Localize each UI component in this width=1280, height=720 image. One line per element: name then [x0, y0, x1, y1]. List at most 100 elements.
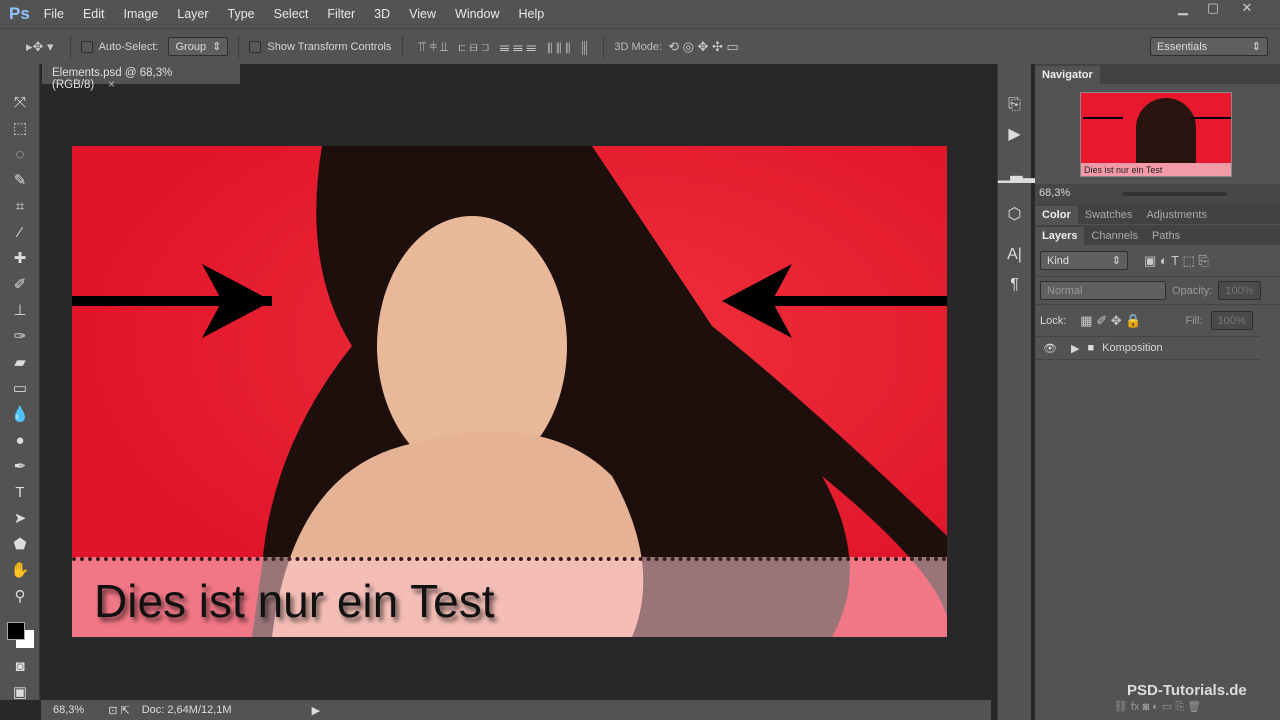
expand-arrow-icon[interactable]: ▶: [1071, 342, 1079, 355]
history-icon[interactable]: ⎘: [998, 90, 1031, 120]
opacity-label: Opacity:: [1172, 284, 1213, 297]
crop-tool[interactable]: ⌗: [0, 194, 40, 220]
folder-icon: ■: [1087, 342, 1095, 354]
tab-navigator[interactable]: Navigator: [1035, 66, 1100, 84]
menu-select[interactable]: Select: [274, 7, 309, 21]
zoom-slider[interactable]: [1122, 192, 1227, 196]
quick-select-tool[interactable]: ✎: [0, 168, 40, 194]
3d-icon[interactable]: ⬡: [998, 200, 1031, 230]
group-select[interactable]: Group ⇕: [168, 37, 229, 56]
eye-icon[interactable]: 👁: [1035, 342, 1065, 355]
group-value: Group: [175, 40, 207, 53]
show-transform-checkbox[interactable]: [249, 40, 262, 53]
screen-mode-icon[interactable]: ▣: [0, 680, 40, 706]
pen-tool[interactable]: ✒: [0, 454, 40, 480]
actions-icon[interactable]: ▶: [998, 120, 1031, 150]
layer-row[interactable]: 👁 ▶ ■ Komposition: [1035, 336, 1261, 360]
navigator-zoom-row: 68,3%: [1035, 184, 1280, 204]
navigator-thumbnail[interactable]: Dies ist nur ein Test: [1080, 92, 1232, 177]
color-swatches[interactable]: [0, 610, 39, 654]
tab-layers[interactable]: Layers: [1035, 227, 1085, 245]
thumb-arrow-left: [1083, 117, 1123, 119]
blend-row: Normal Opacity: 100%: [1035, 276, 1280, 304]
kind-filter-select[interactable]: Kind ⇕: [1040, 251, 1128, 270]
toolbar: ⤧ ⬚ ◌ ✎ ⌗ ⁄ ✚ ✐ ⊥ ✑ ▰ ▭ 💧 ● ✒ T ➤ ⬟ ✋ ⚲ …: [0, 64, 40, 701]
hand-tool[interactable]: ✋: [0, 558, 40, 584]
gradient-tool[interactable]: ▭: [0, 376, 40, 402]
brush-tool[interactable]: ✐: [0, 272, 40, 298]
histogram-icon[interactable]: ▁▃▂: [998, 160, 1035, 190]
opacity-field[interactable]: 100%: [1218, 281, 1261, 300]
align-icons[interactable]: ⫪ ⫩ ⫫ ⊏ ⊟ ⊐ ☰ ☰ ☰ ⫴ ⫴ ⫴ ⫼: [419, 39, 588, 55]
menu-filter[interactable]: Filter: [327, 7, 355, 21]
tab-color[interactable]: Color: [1035, 206, 1078, 224]
path-select-tool[interactable]: ➤: [0, 506, 40, 532]
blend-mode-select[interactable]: Normal: [1040, 281, 1166, 300]
tab-swatches[interactable]: Swatches: [1078, 206, 1140, 224]
status-zoom[interactable]: 68,3%: [53, 704, 84, 716]
menu-view[interactable]: View: [409, 7, 436, 21]
filter-icons[interactable]: ▣ ◐ T ⬚ ⎘: [1144, 253, 1209, 269]
close-window-button[interactable]: ✕: [1232, 0, 1262, 18]
layers-tabs: Layers Channels Paths: [1035, 225, 1280, 245]
tab-paths[interactable]: Paths: [1145, 227, 1187, 245]
lock-label: Lock:: [1040, 314, 1067, 327]
tab-channels[interactable]: Channels: [1084, 227, 1144, 245]
right-arrow-line: [747, 296, 947, 306]
menu-layer[interactable]: Layer: [177, 7, 208, 21]
eraser-tool[interactable]: ▰: [0, 350, 40, 376]
quick-mask-icon[interactable]: ◙: [0, 654, 40, 680]
menu-edit[interactable]: Edit: [83, 7, 105, 21]
move-tool[interactable]: ⤧: [0, 90, 40, 116]
menu-window[interactable]: Window: [455, 7, 499, 21]
workspace-select[interactable]: Essentials ⇕: [1150, 37, 1268, 56]
menu-help[interactable]: Help: [519, 7, 545, 21]
paragraph-icon[interactable]: ¶: [998, 270, 1031, 300]
menu-bar: Ps File Edit Image Layer Type Select Fil…: [0, 0, 1280, 28]
move-tool-icon[interactable]: ▸✥ ▾: [26, 39, 54, 55]
3d-mode-icons[interactable]: ⟲ ◎ ✥ ✣ ▭: [668, 39, 739, 55]
watermark: PSD-Tutorials.de: [1127, 682, 1247, 699]
lasso-tool[interactable]: ◌: [0, 142, 40, 168]
stamp-tool[interactable]: ⊥: [0, 298, 40, 324]
shape-tool[interactable]: ⬟: [0, 532, 40, 558]
status-icons[interactable]: ⊡ ⇱: [108, 704, 130, 717]
auto-select-checkbox[interactable]: [80, 40, 93, 53]
healing-tool[interactable]: ✚: [0, 246, 40, 272]
lock-row: Lock: ▦ ✐ ✥ 🔒 Fill: 100%: [1035, 304, 1280, 336]
navigator-tabs: Navigator: [1035, 64, 1280, 84]
fill-field[interactable]: 100%: [1210, 311, 1253, 330]
history-brush-tool[interactable]: ✑: [0, 324, 40, 350]
options-bar: ▸✥ ▾ Auto-Select: Group ⇕ Show Transform…: [0, 28, 1280, 64]
layer-bottom-icons[interactable]: ⛓ fx ◙ ◐ ▭ ⎘ 🗑: [1035, 700, 1280, 720]
color-tabs: Color Swatches Adjustments: [1035, 204, 1280, 224]
dodge-tool[interactable]: ●: [0, 428, 40, 454]
type-tool[interactable]: T: [0, 480, 40, 506]
minimize-button[interactable]: ▁: [1168, 0, 1198, 18]
navigator-zoom[interactable]: 68,3%: [1039, 187, 1070, 199]
maximize-button[interactable]: ▢: [1198, 0, 1228, 18]
document-canvas[interactable]: Dies ist nur ein Test: [72, 146, 947, 637]
menu-file[interactable]: File: [44, 7, 64, 21]
banner-text: Dies ist nur ein Test: [94, 575, 495, 627]
divider: [69, 35, 71, 58]
menu-3d[interactable]: 3D: [374, 7, 390, 21]
blur-tool[interactable]: 💧: [0, 402, 40, 428]
status-menu-arrow[interactable]: ▶: [312, 704, 320, 717]
status-doc-size: Doc: 2,64M/12,1M: [141, 704, 232, 716]
close-tab-icon[interactable]: ×: [108, 79, 115, 91]
lock-icons[interactable]: ▦ ✐ ✥ 🔒: [1080, 313, 1141, 329]
layer-filter-row: Kind ⇕ ▣ ◐ T ⬚ ⎘: [1035, 245, 1280, 276]
menu-type[interactable]: Type: [228, 7, 255, 21]
foreground-color[interactable]: [7, 622, 25, 640]
zoom-tool[interactable]: ⚲: [0, 584, 40, 610]
panels: Navigator Dies ist nur ein Test 68,3% Co…: [1035, 64, 1280, 720]
document-tab[interactable]: Elements.psd @ 68,3% (RGB/8) ×: [42, 64, 240, 91]
layer-name: Komposition: [1102, 342, 1163, 354]
marquee-tool[interactable]: ⬚: [0, 116, 40, 142]
eyedropper-tool[interactable]: ⁄: [0, 220, 40, 246]
tab-adjustments[interactable]: Adjustments: [1139, 206, 1214, 224]
status-bar: 68,3% ⊡ ⇱ Doc: 2,64M/12,1M ▶: [41, 700, 991, 720]
character-icon[interactable]: A|: [998, 240, 1031, 270]
menu-image[interactable]: Image: [124, 7, 159, 21]
